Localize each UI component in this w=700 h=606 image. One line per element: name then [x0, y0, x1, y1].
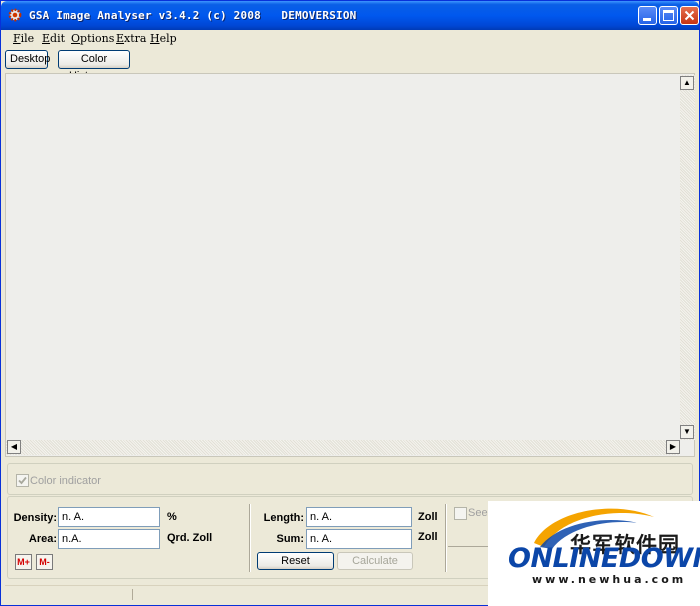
window-title: GSA Image Analyser v3.4.2 (c) 2008 DEMOV… [29, 9, 357, 22]
menu-edit-mnemonic: E [42, 32, 51, 45]
color-indicator-label: Color indicator [30, 475, 101, 487]
app-window: GSA Image Analyser v3.4.2 (c) 2008 DEMOV… [0, 0, 700, 606]
sum-field[interactable] [306, 529, 412, 549]
menu-extra-label: xtra [124, 32, 147, 45]
menu-help-label: elp [159, 32, 177, 45]
memory-subtract-button[interactable]: M- [36, 554, 53, 570]
sum-unit: Zoll [418, 531, 438, 543]
density-label: Density: [13, 512, 57, 524]
status-separator [132, 589, 133, 600]
menu-help[interactable]: Help [150, 32, 177, 45]
area-unit: Qrd. Zoll [167, 532, 213, 544]
menu-bar: File Edit Options Extra Help [2, 30, 699, 48]
memory-add-button[interactable]: M+ [15, 554, 32, 570]
scroll-up-button[interactable]: ▲ [680, 76, 694, 90]
length-unit: Zoll [418, 511, 438, 523]
menu-file-label: ile [20, 32, 35, 45]
reset-button[interactable]: Reset [257, 552, 334, 570]
watermark-url: www.newhua.com [532, 573, 687, 586]
menu-options[interactable]: Options [71, 32, 114, 45]
divider [448, 546, 490, 547]
menu-edit[interactable]: Edit [42, 32, 65, 45]
area-label: Area: [28, 533, 57, 545]
checkmark-icon [18, 476, 27, 485]
horizontal-scrollbar[interactable]: ◀ [6, 440, 680, 455]
menu-file-mnemonic: F [13, 32, 21, 45]
scroll-down-button[interactable]: ▼ [680, 425, 694, 439]
length-field[interactable] [306, 507, 412, 527]
menu-file[interactable]: File [13, 32, 34, 45]
maximize-button[interactable] [659, 6, 678, 25]
scroll-left-button[interactable]: ◀ [7, 440, 21, 454]
tab-color-histogram[interactable]: Color Histogram [58, 50, 130, 82]
minimize-icon [643, 18, 651, 21]
watermark-logo-text: ONLINEDOWN [508, 543, 700, 574]
image-canvas[interactable] [5, 73, 695, 457]
menu-options-mnemonic: O [71, 32, 81, 45]
maximize-icon [663, 10, 674, 21]
divider [445, 504, 447, 572]
menu-extra[interactable]: Extra [116, 32, 146, 45]
arrow-right-icon: ▶ [669, 442, 677, 451]
close-icon [684, 10, 695, 21]
color-indicator-group [7, 463, 693, 495]
length-label: Length: [263, 512, 304, 524]
see-label: See [468, 507, 488, 519]
area-field[interactable] [58, 529, 160, 549]
onlinedown-watermark: 华军软件园 ONLINEDOWN www.newhua.com [488, 501, 700, 606]
menu-help-mnemonic: H [150, 32, 160, 45]
menu-edit-label: dit [50, 32, 66, 45]
divider [249, 504, 251, 572]
calculate-button[interactable]: Calculate [337, 552, 413, 570]
vertical-scrollbar[interactable]: ▲ [680, 75, 695, 440]
menu-options-label: ptions [80, 32, 115, 45]
minimize-button[interactable] [638, 6, 657, 25]
title-bar[interactable]: GSA Image Analyser v3.4.2 (c) 2008 DEMOV… [1, 1, 699, 30]
sum-label: Sum: [276, 533, 305, 545]
tab-desktop[interactable]: Desktop [5, 50, 50, 69]
see-checkbox[interactable] [454, 507, 467, 520]
density-unit: % [167, 511, 177, 523]
density-field[interactable] [58, 507, 160, 527]
color-indicator-checkbox[interactable] [16, 474, 29, 487]
arrow-left-icon: ◀ [10, 442, 18, 451]
arrow-down-icon: ▼ [683, 427, 691, 436]
menu-extra-mnemonic: E [116, 32, 125, 45]
app-gear-icon [8, 8, 22, 22]
close-button[interactable] [680, 6, 699, 25]
arrow-up-icon: ▲ [683, 78, 691, 87]
scroll-right-button[interactable]: ▶ [666, 440, 680, 454]
